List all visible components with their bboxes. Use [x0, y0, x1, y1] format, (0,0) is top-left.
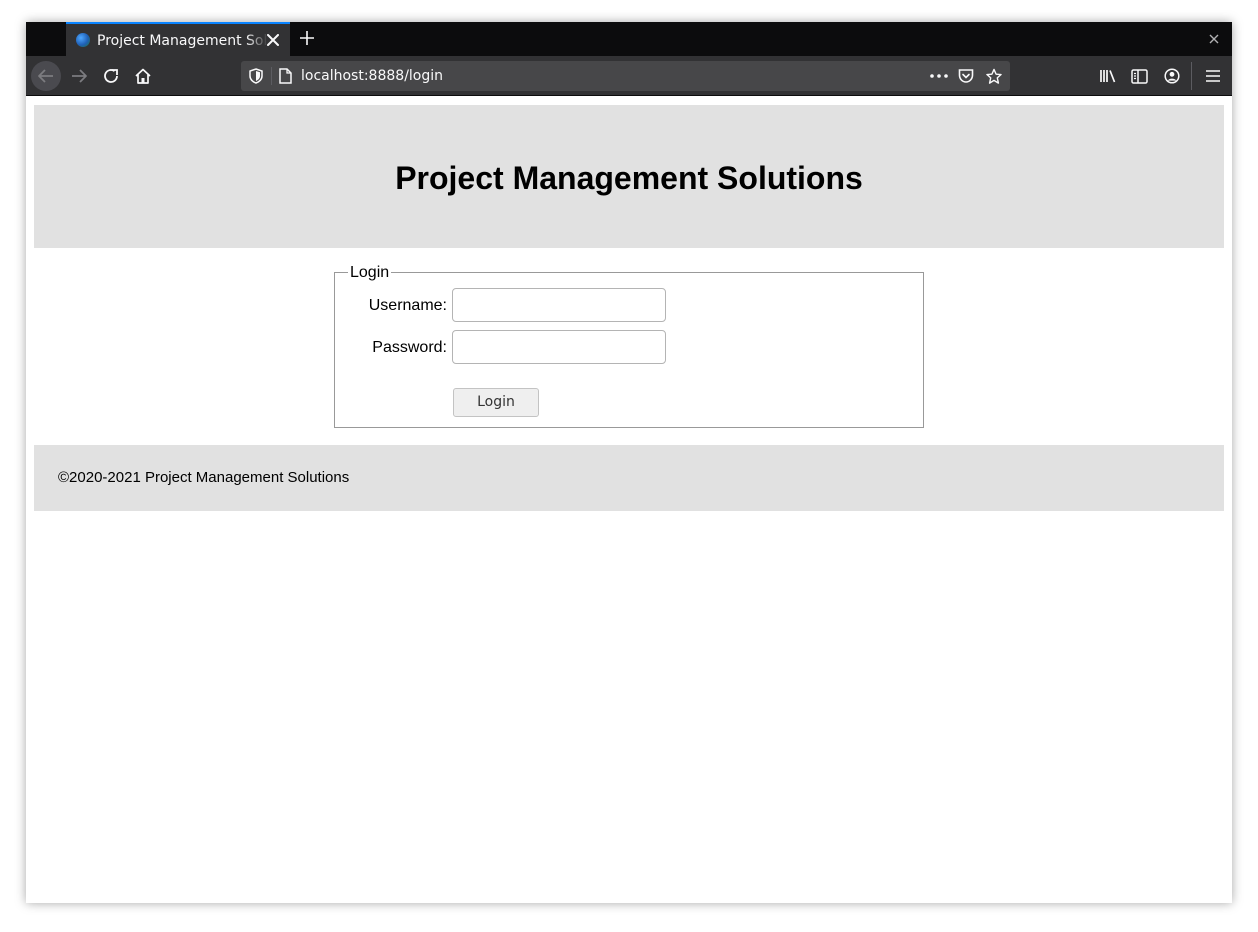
tracking-shield-icon[interactable] — [248, 68, 264, 84]
page-header: Project Management Solutions — [34, 105, 1224, 248]
page-content: Project Management Solutions Login Usern… — [26, 97, 1232, 903]
active-tab[interactable]: Project Management Solutions — [66, 22, 290, 56]
address-bar[interactable]: localhost:8888/login — [241, 61, 1010, 91]
forward-arrow-icon — [72, 69, 87, 83]
hamburger-menu-icon — [1206, 70, 1220, 82]
browser-window: Project Management Solutions — [26, 22, 1232, 903]
window-close-icon[interactable] — [1206, 31, 1222, 47]
account-button[interactable] — [1157, 61, 1187, 91]
reload-button[interactable] — [96, 61, 126, 91]
sidebar-icon — [1130, 68, 1148, 84]
page-footer: ©2020-2021 Project Management Solutions — [34, 445, 1224, 511]
menu-button[interactable] — [1198, 61, 1228, 91]
url-separator — [271, 67, 272, 85]
account-icon — [1164, 68, 1180, 84]
favicon-icon — [76, 33, 90, 47]
page-title: Project Management Solutions — [395, 160, 863, 196]
back-arrow-icon — [38, 69, 53, 83]
login-legend: Login — [348, 263, 392, 283]
login-button[interactable]: Login — [453, 388, 539, 417]
back-button[interactable] — [31, 61, 61, 91]
close-icon[interactable] — [264, 31, 282, 49]
password-label: Password: — [372, 339, 447, 356]
username-input[interactable] — [452, 288, 666, 322]
new-tab-button[interactable] — [296, 27, 318, 49]
library-icon — [1100, 70, 1116, 83]
home-button[interactable] — [128, 61, 158, 91]
copyright-text: ©2020-2021 Project Management Solutions — [58, 469, 350, 486]
toolbar-separator — [1191, 62, 1192, 90]
tab-title: Project Management Solutions — [97, 33, 267, 49]
password-input[interactable] — [452, 330, 666, 364]
more-dots-icon[interactable] — [929, 68, 949, 84]
home-icon — [135, 68, 151, 84]
nav-toolbar: localhost:8888/login — [26, 56, 1232, 96]
pocket-icon[interactable] — [958, 68, 974, 84]
star-icon[interactable] — [986, 68, 1002, 84]
tab-bar: Project Management Solutions — [26, 22, 1232, 56]
page-icon[interactable] — [277, 68, 293, 84]
library-button[interactable] — [1093, 61, 1123, 91]
sidebar-button[interactable] — [1124, 61, 1154, 91]
forward-button[interactable] — [64, 61, 94, 91]
plus-icon — [300, 31, 314, 45]
url-text: localhost:8888/login — [301, 68, 444, 84]
username-label: Username: — [368, 297, 447, 314]
reload-icon — [104, 69, 118, 83]
login-fieldset: Login Username: Password: Login — [334, 263, 924, 428]
